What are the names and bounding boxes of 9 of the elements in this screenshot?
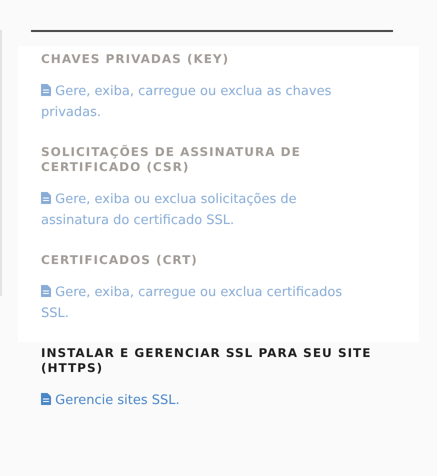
section-heading: CHAVES PRIVADAS (KEY) bbox=[41, 52, 230, 67]
section-heading: SOLICITAÇÕES DE ASSINATURA DE CERTIFICADO (CSR) bbox=[41, 145, 302, 175]
document-icon bbox=[41, 192, 51, 204]
document-icon bbox=[41, 393, 51, 405]
section-heading: INSTALAR E GERENCIAR SSL PARA SEU SITE (HTTPS) bbox=[41, 346, 372, 376]
section-link[interactable]: Gerencie sites SSL. bbox=[41, 390, 389, 411]
section-heading: CERTIFICADOS (CRT) bbox=[41, 253, 199, 268]
document-icon bbox=[41, 285, 51, 297]
document-icon bbox=[41, 84, 51, 96]
